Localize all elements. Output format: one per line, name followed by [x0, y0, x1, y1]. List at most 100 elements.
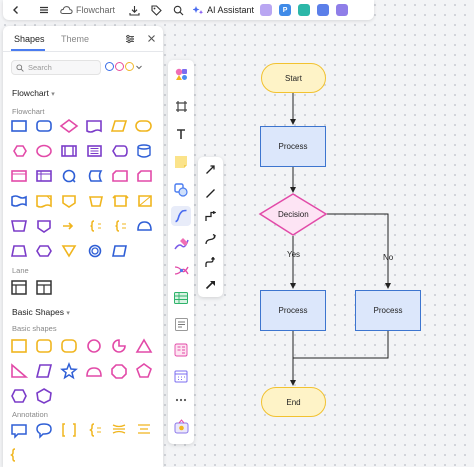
shape-brace-small[interactable] [10, 448, 16, 462]
shape-triangle[interactable] [135, 338, 153, 353]
connector-decision-no[interactable] [326, 213, 391, 289]
text-tool-icon[interactable] [171, 124, 191, 144]
shape-parallelogram[interactable] [110, 120, 128, 132]
templates-icon[interactable] [171, 64, 191, 84]
shape-circle[interactable] [87, 339, 101, 353]
start-node[interactable]: Start [261, 63, 326, 93]
shape-merge[interactable] [61, 245, 77, 258]
shape-vertical-lane[interactable] [36, 280, 52, 295]
decision-label[interactable]: Decision [278, 210, 309, 219]
shape-card[interactable] [112, 170, 128, 182]
shape-parallelogram-2[interactable] [35, 364, 53, 378]
section-flowchart[interactable]: Flowchart ▾ [12, 88, 55, 98]
comment-icon[interactable] [336, 4, 349, 16]
shape-octagon[interactable] [111, 364, 127, 379]
shape-square[interactable] [11, 339, 27, 353]
elbow-connector-icon[interactable] [201, 207, 220, 226]
list-icon[interactable] [171, 314, 191, 334]
shape-pentagon-down[interactable] [37, 220, 51, 233]
connector-tool-icon[interactable] [171, 206, 191, 226]
shape-right-triangle[interactable] [11, 363, 29, 378]
theme-dot-yellow[interactable] [125, 62, 134, 71]
shape-brace-text[interactable] [115, 220, 127, 232]
layout-icon[interactable] [317, 4, 330, 16]
more-icon[interactable] [171, 390, 191, 410]
shape-trapezoid-2[interactable] [11, 245, 27, 257]
shape-rounded-rect[interactable] [36, 120, 52, 132]
straight-line-icon[interactable] [201, 184, 220, 203]
theme-dot-pink[interactable] [115, 62, 124, 71]
close-icon[interactable] [147, 34, 156, 45]
shape-hexagon-3[interactable] [11, 389, 27, 403]
tab-shapes[interactable]: Shapes [14, 34, 45, 44]
shape-delay[interactable] [138, 195, 152, 207]
share-icon[interactable] [298, 4, 311, 16]
shape-card-2[interactable] [137, 170, 152, 182]
theme-color-picker[interactable] [105, 62, 143, 71]
plugin-p-icon[interactable]: P [279, 4, 292, 16]
calendar-icon[interactable] [171, 366, 191, 386]
ai-assistant-button[interactable]: AI Assistant [193, 5, 254, 16]
theme-dot-blue[interactable] [105, 62, 114, 71]
table-icon[interactable] [171, 288, 191, 308]
shape-half-circle[interactable] [137, 221, 152, 231]
shape-display[interactable] [112, 145, 128, 157]
arrow-line-icon[interactable] [201, 160, 220, 179]
shape-bracket-top[interactable] [112, 424, 126, 434]
shape-hexagon[interactable] [13, 145, 27, 157]
download-icon[interactable] [127, 3, 141, 17]
shape-pie[interactable] [112, 339, 126, 353]
shape-trapezoid[interactable] [11, 220, 27, 232]
frame-icon[interactable] [171, 96, 191, 116]
connector-process3-merge[interactable] [293, 331, 389, 359]
rounded-elbow-icon[interactable] [201, 253, 220, 272]
process-node-1[interactable]: Process [260, 126, 326, 167]
shape-manual-op[interactable] [11, 170, 27, 182]
curved-connector-icon[interactable] [201, 230, 220, 249]
shape-horizontal-lane[interactable] [11, 280, 27, 295]
process-node-2[interactable]: Process [260, 290, 326, 331]
shape-diamond[interactable] [59, 119, 79, 133]
shape-bracket-lines[interactable] [138, 424, 150, 434]
shape-half-moon[interactable] [86, 367, 102, 377]
shape-pentagon[interactable] [136, 363, 152, 378]
shape-punched-tape[interactable] [112, 195, 129, 207]
tag-icon[interactable] [149, 3, 163, 17]
shape-callout-rect[interactable] [11, 424, 27, 439]
shape-heptagon[interactable] [36, 388, 52, 404]
shape-brace-annotation[interactable] [89, 423, 102, 437]
shape-hexagon-2[interactable] [36, 245, 52, 257]
shape-internal-storage[interactable] [36, 170, 52, 182]
shape-arrow-right[interactable] [63, 222, 74, 230]
back-icon[interactable] [9, 3, 23, 17]
sticky-note-icon[interactable] [171, 152, 191, 172]
shape-tape[interactable] [11, 195, 27, 207]
shape-document[interactable] [86, 120, 102, 133]
shape-rectangle[interactable] [11, 120, 27, 132]
section-basic-shapes[interactable]: Basic Shapes ▾ [12, 307, 70, 317]
shape-ellipse[interactable] [36, 144, 52, 158]
search-icon[interactable] [171, 3, 185, 17]
present-icon[interactable] [260, 4, 273, 16]
shape-predefined-process[interactable] [61, 145, 77, 157]
shape-database[interactable] [137, 144, 151, 158]
shape-manual-input[interactable] [89, 196, 103, 207]
mindmap-icon[interactable] [171, 260, 191, 280]
process-node-3[interactable]: Process [355, 290, 421, 331]
search-field[interactable]: Search [11, 60, 101, 75]
thick-arrow-icon[interactable] [201, 275, 220, 294]
shape-star[interactable] [60, 361, 78, 380]
kanban-icon[interactable] [171, 340, 191, 360]
shape-loop-limit[interactable] [112, 245, 127, 257]
shape-off-page[interactable] [62, 195, 76, 208]
shape-multi-document[interactable] [87, 145, 102, 157]
apps-icon[interactable] [171, 416, 191, 436]
pen-tool-icon[interactable] [171, 234, 191, 254]
shape-rounded-square-2[interactable] [61, 339, 77, 353]
shape-or[interactable] [88, 244, 102, 258]
shape-rounded-square[interactable] [36, 339, 52, 353]
menu-icon[interactable] [37, 3, 51, 17]
shape-brackets[interactable] [62, 423, 76, 437]
shape-terminator[interactable] [135, 120, 152, 132]
chevron-down-icon[interactable] [135, 63, 143, 71]
